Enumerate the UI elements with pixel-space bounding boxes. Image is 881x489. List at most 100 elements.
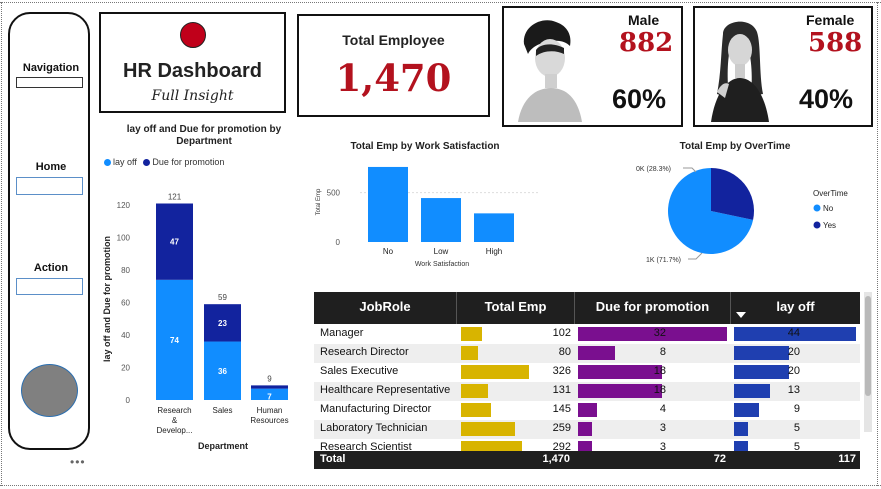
satisfaction-bar	[474, 213, 514, 242]
female-card: Female 588 40%	[693, 6, 873, 127]
dept-ytick-label: 100	[117, 234, 131, 243]
dept-category-label: Resources	[250, 416, 288, 425]
satisfaction-ylabel: Total Emp	[316, 188, 322, 215]
total-emp-cell: 131	[552, 384, 571, 396]
promotion-cell: 18	[653, 365, 666, 377]
total-emp-cell: 145	[552, 403, 571, 415]
header-due-promotion[interactable]: Due for promotion	[575, 292, 731, 324]
promotion-cell: 3	[659, 441, 666, 451]
navigation-button[interactable]	[16, 77, 83, 88]
more-options-icon[interactable]: •••	[70, 455, 86, 469]
dept-category-label: Sales	[212, 406, 232, 415]
table-row[interactable]: Sales Executive 326 18 20	[314, 363, 860, 382]
dept-ytick-label: 80	[121, 266, 130, 275]
canvas-border-bottom	[0, 485, 881, 486]
dept-chart-title-line2: Department	[176, 136, 232, 147]
dept-chart-legend[interactable]: lay off Due for promotion	[104, 157, 224, 167]
layoff-cell: 5	[793, 422, 800, 434]
layoff-bar	[734, 441, 748, 451]
total-emp-cell: 292	[552, 441, 571, 451]
satisfaction-category-label: High	[486, 247, 502, 256]
dept-chart[interactable]: 0 20 40 60 80 100 120 lay off and Due for promo…	[100, 175, 300, 455]
navigation-label: Navigation	[22, 62, 80, 74]
jobrole-cell: Healthcare Representative	[320, 384, 451, 396]
female-portrait-image	[711, 21, 769, 122]
satisfaction-ytick-label: 0	[336, 238, 341, 247]
overtime-yes-data-label: 0K (28.3%)	[636, 166, 671, 173]
navigation-sidebar: Navigation Home Action	[8, 12, 90, 450]
jobrole-table[interactable]: JobRole Total Emp Due for promotion lay …	[314, 292, 860, 469]
legend-layoff-label: lay off	[113, 157, 137, 167]
promotion-bar	[578, 403, 597, 417]
satisfaction-category-label: Low	[434, 247, 449, 256]
male-percent: 60%	[612, 84, 667, 114]
legend-promo-label: Due for promotion	[152, 157, 225, 167]
dept-category-label: Human	[257, 406, 283, 415]
jobrole-cell: Sales Executive	[320, 365, 399, 377]
total-row-label: Total	[320, 453, 346, 465]
action-button[interactable]	[16, 278, 83, 295]
dept-chart-title-line1: lay off and Due for promotion by	[126, 124, 282, 135]
dashboard-title-card: HR Dashboard Full Insight	[99, 12, 286, 113]
table-row[interactable]: Research Scientist 292 3 5	[314, 439, 860, 451]
header-total-emp[interactable]: Total Emp	[457, 292, 575, 324]
home-button[interactable]	[16, 177, 83, 195]
jobrole-cell: Manufacturing Director	[320, 403, 432, 415]
satisfaction-bar	[368, 166, 408, 242]
header-layoff-label: lay off	[776, 299, 815, 314]
total-emp-cell: 259	[552, 422, 571, 434]
overtime-legend-title: OverTime	[813, 189, 848, 198]
layoff-cell: 5	[793, 441, 800, 451]
satisfaction-bar	[421, 198, 461, 242]
dept-layoff-label: 7	[267, 393, 272, 402]
total-emp-cell: 102	[552, 327, 571, 339]
table-row[interactable]: Healthcare Representative 131 18 13	[314, 382, 860, 401]
satisfaction-category-label: No	[383, 247, 394, 256]
total-employee-label: Total Employee	[342, 32, 445, 48]
dept-category-label: &	[172, 416, 178, 425]
overtime-chart[interactable]: 0K (28.3%) 1K (71.7%) OverTime No Yes	[610, 155, 860, 275]
layoff-bar	[734, 422, 748, 436]
total-employee-value: 1,470	[335, 56, 452, 100]
logo-dot-icon	[180, 22, 206, 48]
table-row[interactable]: Manufacturing Director 145 4 9	[314, 401, 860, 420]
satisfaction-ytick-label: 500	[327, 189, 341, 198]
dept-ytick-label: 120	[117, 201, 131, 210]
satisfaction-chart[interactable]: 0 500 Total Emp No Low High Work Satisfaction	[310, 155, 545, 270]
sort-desc-icon[interactable]	[736, 312, 746, 320]
promotion-cell: 3	[659, 422, 666, 434]
table-total-row: Total 1,470 72 117	[314, 451, 860, 469]
legend-promo-icon	[143, 159, 151, 167]
satisfaction-chart-title: Total Emp by Work Satisfaction	[350, 141, 500, 152]
table-row[interactable]: Manager 102 32 44	[314, 325, 860, 344]
layoff-cell: 20	[787, 365, 800, 377]
promotion-cell: 4	[659, 403, 666, 415]
header-jobrole[interactable]: JobRole	[314, 292, 457, 324]
promotion-bar	[578, 422, 592, 436]
promotion-bar	[578, 441, 592, 451]
legend-layoff-icon	[104, 159, 111, 167]
canvas-border-right	[877, 2, 878, 486]
satisfaction-xlabel: Work Satisfaction	[415, 261, 469, 268]
header-layoff[interactable]: lay off	[731, 292, 860, 324]
layoff-cell: 9	[793, 403, 800, 415]
dept-ytick-label: 0	[126, 396, 131, 405]
legend-no-icon	[813, 204, 821, 212]
dept-promo-label: 47	[170, 238, 179, 247]
jobrole-cell: Laboratory Technician	[320, 422, 428, 434]
promotion-bar	[578, 346, 615, 360]
total-employee-card: Total Employee 1,470	[297, 14, 490, 117]
total-emp-bar	[461, 403, 491, 417]
table-scrollbar-thumb[interactable]	[865, 296, 871, 396]
table-row[interactable]: Laboratory Technician 259 3 5	[314, 420, 860, 439]
dashboard-subtitle: Full Insight	[151, 88, 234, 104]
layoff-cell: 20	[787, 346, 800, 358]
layoff-bar	[734, 403, 759, 417]
table-row[interactable]: Research Director 80 8 20	[314, 344, 860, 363]
total-emp-bar	[461, 327, 482, 341]
jobrole-cell: Research Director	[320, 346, 409, 358]
female-percent: 40%	[799, 84, 854, 114]
jobrole-cell: Manager	[320, 327, 364, 339]
dept-total-label: 9	[267, 374, 272, 383]
profile-circle-button[interactable]	[21, 364, 78, 417]
